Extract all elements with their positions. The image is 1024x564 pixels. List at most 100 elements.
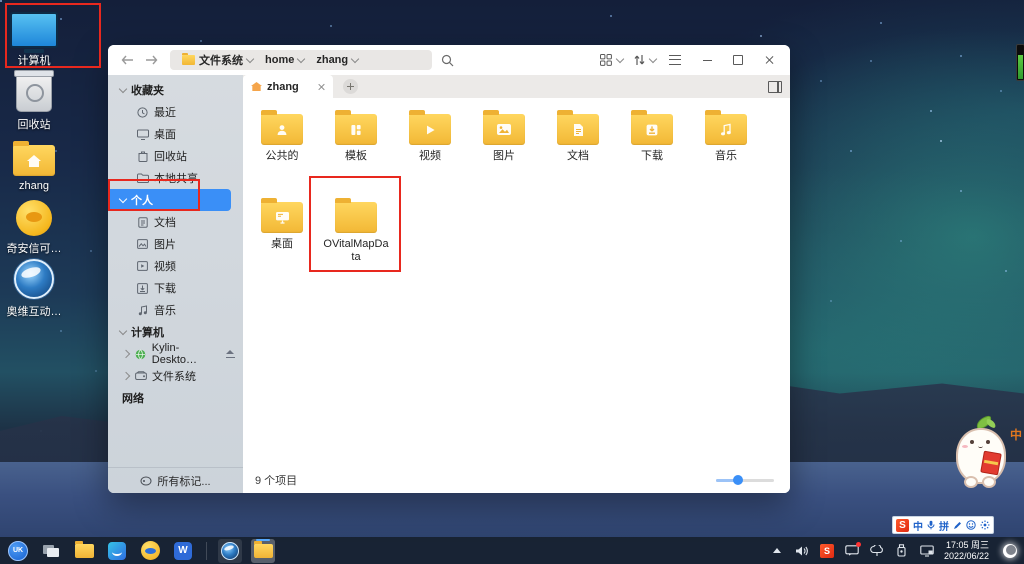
start-menu-button[interactable]: UK [6,539,30,563]
sidebar-item-trash[interactable]: 回收站 [108,145,243,167]
sogou-tray-button[interactable]: S [819,543,835,559]
folder-item-videos[interactable]: 视频 [393,106,467,194]
sidebar-item-filesystem[interactable]: 文件系统 [108,365,243,387]
chevron-down-icon[interactable] [246,54,254,62]
sidebar-item-documents[interactable]: 文档 [108,211,243,233]
software-store-launcher[interactable] [105,539,129,563]
sidebar-item-kylin-desktop[interactable]: Kylin-Deskto… [108,343,243,365]
maximize-button[interactable] [727,49,749,71]
network-display-button[interactable] [919,543,935,559]
chevron-right-icon[interactable] [122,372,130,380]
image-emblem-icon [496,123,512,136]
folder-item-desktop[interactable]: 桌面 [245,194,319,282]
chevron-down-icon[interactable] [119,84,127,92]
folder-item-downloads[interactable]: 下载 [615,106,689,194]
tray-expand-button[interactable] [769,543,785,559]
eject-icon[interactable] [226,350,235,358]
tab-zhang[interactable]: zhang [243,75,333,98]
sidebar-item-local-share[interactable]: 本地共享 [108,167,243,189]
file-list-area[interactable]: 公共的 模板 视频 [243,98,790,467]
folder-item-public[interactable]: 公共的 [245,106,319,194]
slider-thumb[interactable] [733,475,743,485]
search-button[interactable] [436,49,459,71]
ime-chinese-mode[interactable]: 中 [913,518,923,533]
forward-button[interactable] [142,51,160,69]
breadcrumb-zhang[interactable]: zhang [310,54,364,66]
chevron-down-icon[interactable] [649,54,657,62]
sidebar-section-personal[interactable]: 个人 [108,189,231,211]
desktop-icon-qianxin[interactable]: 奇安信可… [0,198,68,256]
computer-icon [10,12,58,48]
minimize-button[interactable] [696,49,718,71]
browser-launcher[interactable] [138,539,162,563]
ime-settings-gear-icon[interactable] [980,520,990,530]
breadcrumb: 文件系统 home zhang [170,50,432,70]
sidebar-section-network[interactable]: 网络 [108,387,243,409]
home-emblem-icon [26,154,42,168]
menu-button[interactable] [664,49,686,71]
sidebar-section-favorites[interactable]: 收藏夹 [108,79,243,101]
tab-close-icon[interactable] [317,83,325,91]
file-manager-launcher[interactable] [72,539,96,563]
time-label: 17:05 周三 [944,540,989,551]
folder-item-documents[interactable]: 文档 [541,106,615,194]
file-manager-active-task[interactable] [251,539,275,563]
back-button[interactable] [118,51,136,69]
night-mode-button[interactable] [1002,543,1018,559]
usb-device-button[interactable] [894,543,910,559]
volume-button[interactable] [794,543,810,559]
wps-launcher[interactable]: W [171,539,195,563]
folder-icon [75,544,94,558]
chevron-down-icon[interactable] [351,54,359,62]
ime-pen-icon[interactable] [953,521,962,530]
desktop-pet-mascot[interactable] [948,416,1012,494]
ime-toolbar[interactable]: S 中 拼 [892,516,994,534]
clock[interactable]: 17:05 周三 2022/06/22 [944,540,989,561]
mascot-blush [962,445,968,448]
icon-size-slider[interactable] [716,479,774,482]
desktop-icon-ovital[interactable]: 奥维互动… [0,261,68,319]
folder-item-ovitalmapdata[interactable]: OVitalMapData [319,194,393,282]
breadcrumb-home[interactable]: home [259,54,310,66]
desktop-icon-computer[interactable]: 计算机 [0,10,68,68]
close-button[interactable] [758,49,780,71]
chevron-down-icon[interactable] [119,194,127,202]
sogou-logo-icon[interactable]: S [896,519,909,532]
chevron-down-icon[interactable] [297,54,305,62]
sort-button[interactable] [629,49,650,71]
folder-name: 视频 [393,150,467,163]
window-titlebar: 文件系统 home zhang [108,45,790,75]
preview-panel-toggle-icon[interactable] [768,81,782,93]
sidebar-item-label: 音乐 [154,302,176,318]
template-emblem-icon [349,123,363,137]
ovital-running-task[interactable] [218,539,242,563]
breadcrumb-filesystem[interactable]: 文件系统 [176,52,259,68]
desktop-icon-home-folder[interactable]: zhang [0,138,68,192]
chevron-down-icon[interactable] [119,326,127,334]
sidebar-item-recent[interactable]: 最近 [108,101,243,123]
sidebar-item-label: 下载 [154,280,176,296]
folder-item-music[interactable]: 音乐 [689,106,763,194]
sidebar-item-videos[interactable]: 视频 [108,255,243,277]
sidebar-section-computer[interactable]: 计算机 [108,321,243,343]
sidebar-item-desktop[interactable]: 桌面 [108,123,243,145]
ime-pinyin-mode[interactable]: 拼 [939,518,949,533]
desktop-icon-trash[interactable]: 回收站 [0,74,68,132]
new-tab-button[interactable] [343,79,358,94]
chevron-down-icon[interactable] [616,54,624,62]
weather-button[interactable] [869,543,885,559]
multitask-view-button[interactable] [39,539,63,563]
sidebar-item-pictures[interactable]: 图片 [108,233,243,255]
chevron-right-icon[interactable] [122,350,130,358]
folder-item-templates[interactable]: 模板 [319,106,393,194]
sidebar-item-downloads[interactable]: 下载 [108,277,243,299]
ime-emoji-icon[interactable] [966,520,976,530]
view-mode-button[interactable] [595,49,617,71]
all-tags-button[interactable]: 所有标记... [108,467,243,493]
sidebar-item-music[interactable]: 音乐 [108,299,243,321]
ime-voice-icon[interactable] [927,520,935,530]
mascot-leaf-icon [985,419,997,428]
multitask-icon [43,545,59,557]
messages-button[interactable] [844,543,860,559]
folder-item-pictures[interactable]: 图片 [467,106,541,194]
